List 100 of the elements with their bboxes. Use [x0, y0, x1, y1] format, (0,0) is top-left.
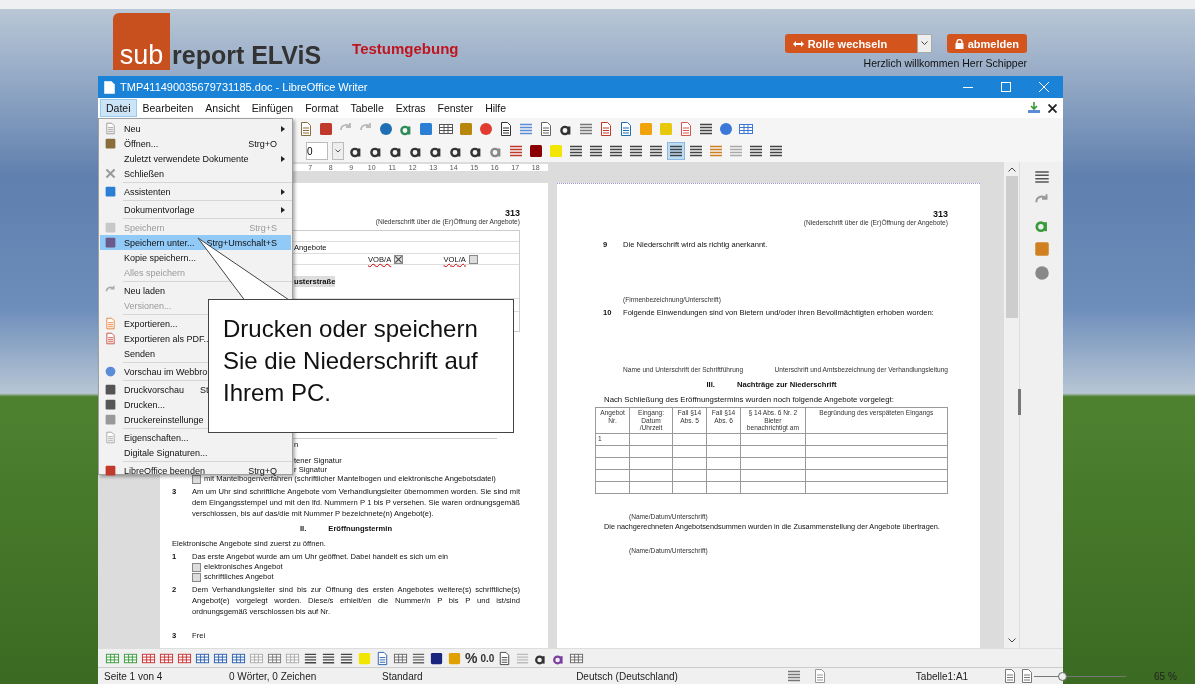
word-count: 0 Wörter, 0 Zeichen: [229, 670, 318, 682]
zoom-slider[interactable]: [1034, 671, 1126, 681]
menu-item[interactable]: Format: [299, 99, 345, 117]
bullet-list-icon[interactable]: [568, 143, 584, 159]
percent-format-button[interactable]: %: [465, 650, 478, 666]
menu-icon[interactable]: [1032, 168, 1051, 186]
menu-item[interactable]: Speichern unter... Strg+Umschalt+S: [100, 235, 291, 250]
table-cell: [706, 433, 741, 445]
logo-name: report ELViS: [172, 40, 322, 70]
scroll-down-icon[interactable]: [1007, 638, 1016, 643]
checkbox[interactable]: [468, 254, 478, 264]
logout-button[interactable]: abmelden: [946, 34, 1027, 53]
clear-formatting-icon[interactable]: [508, 143, 524, 159]
line-spacing-icon[interactable]: [688, 143, 704, 159]
multi-page-view-icon[interactable]: [1019, 668, 1035, 684]
maximize-icon: [1001, 82, 1011, 92]
menu-item[interactable]: Fenster: [431, 99, 480, 117]
page-number: 313: [504, 208, 520, 218]
numbered-list-icon[interactable]: [588, 143, 604, 159]
text-box-icon[interactable]: [498, 121, 514, 137]
increase-indent-icon[interactable]: [748, 143, 764, 159]
checkbox[interactable]: [192, 562, 201, 572]
scroll-up-icon[interactable]: [1007, 167, 1016, 172]
table-cell: [629, 481, 673, 493]
table-cell: [706, 445, 741, 457]
align-left-icon[interactable]: [608, 143, 624, 159]
pdf-icon[interactable]: [104, 332, 117, 345]
page-number: 313: [932, 209, 948, 219]
field-icon[interactable]: [538, 121, 554, 137]
table-cell: [740, 433, 806, 445]
menu-item[interactable]: Zuletzt verwendete Dokumente: [100, 151, 291, 166]
menu-item[interactable]: Hilfe: [479, 99, 513, 117]
menu-item[interactable]: Schließen: [100, 166, 291, 181]
font-size-field[interactable]: 0: [306, 142, 328, 160]
table-cell: [595, 457, 630, 469]
signature-status-icon[interactable]: [812, 668, 828, 684]
table-cell: [740, 469, 806, 481]
table-cell: [706, 481, 741, 493]
close-icon: [104, 167, 117, 180]
menu-item[interactable]: Ansicht: [199, 99, 246, 117]
menu-item[interactable]: Eigenschaften...: [100, 430, 291, 445]
role-switch-button[interactable]: Rolle wechseln: [784, 34, 917, 53]
table-cell: [629, 469, 673, 481]
single-page-view-icon[interactable]: [1002, 668, 1018, 684]
decimal-format-button[interactable]: 0.0: [480, 652, 495, 664]
download-icon[interactable]: [1028, 102, 1040, 114]
table-cell: [672, 445, 707, 457]
track-changes-icon[interactable]: [678, 121, 694, 137]
sidebar-handle[interactable]: [1018, 389, 1021, 415]
close-document-icon[interactable]: [1048, 103, 1057, 113]
table-cell: [740, 445, 806, 457]
menu-item[interactable]: Neu: [100, 121, 291, 136]
document-icon: [104, 80, 115, 94]
zoom-level: 65 %: [1154, 670, 1177, 682]
table-cell: [595, 445, 630, 457]
checkbox[interactable]: [394, 254, 404, 264]
scrollbar-thumb[interactable]: [1005, 176, 1018, 318]
paste-icon[interactable]: [298, 121, 314, 137]
caret-icon: [335, 149, 341, 153]
table-cell: [629, 457, 673, 469]
menu-item[interactable]: Extras: [389, 99, 432, 117]
table-cell: [672, 481, 707, 493]
menu-item[interactable]: Tabelle: [344, 99, 390, 117]
align-right-icon[interactable]: [648, 143, 664, 159]
table-cell: [706, 469, 741, 481]
menu-item[interactable]: Öffnen... Strg+O: [100, 136, 291, 151]
table-icon[interactable]: [438, 121, 454, 137]
table-cell: [595, 469, 630, 481]
menu-item[interactable]: Einfügen: [245, 99, 300, 117]
page-count: Seite 1 von 4: [104, 670, 164, 682]
checkbox[interactable]: [192, 474, 201, 484]
justify-icon[interactable]: [668, 143, 684, 159]
menu-item[interactable]: Kopie speichern...: [100, 250, 291, 265]
caret-icon: [920, 41, 928, 46]
table-cell: [672, 469, 707, 481]
menu-item[interactable]: Neu laden: [100, 283, 291, 298]
table-cell: [740, 481, 806, 493]
menu-item[interactable]: Dokumentvorlage: [100, 202, 291, 217]
decrease-indent-icon[interactable]: [768, 143, 784, 159]
table-cell: [629, 433, 673, 445]
menu-item[interactable]: Bearbeiten: [136, 99, 200, 117]
lock-icon: [954, 38, 964, 49]
close-icon: [1039, 82, 1049, 92]
footnote-icon[interactable]: [598, 121, 614, 137]
endnote-icon[interactable]: [618, 121, 634, 137]
menu-item[interactable]: Assistenten: [100, 184, 291, 199]
menu-item[interactable]: Digitale Signaturen...: [100, 445, 291, 460]
table-cell-reference: Tabelle1:A1: [914, 670, 970, 682]
menu-item[interactable]: Datei: [100, 99, 137, 117]
align-center-icon[interactable]: [628, 143, 644, 159]
page-style: Standard: [382, 670, 424, 682]
double-arrow-icon: [792, 39, 804, 48]
table-cell: [740, 457, 806, 469]
table-cell: [629, 445, 673, 457]
logo-prefix: sub: [113, 13, 170, 70]
window-title: TMP411490035679731185.doc - LibreOffice Writer: [120, 81, 368, 93]
environment-label: Testumgebung: [352, 40, 459, 57]
checkbox[interactable]: [192, 572, 201, 582]
table-properties-icon[interactable]: [375, 650, 390, 666]
grid-icon[interactable]: [738, 121, 754, 137]
